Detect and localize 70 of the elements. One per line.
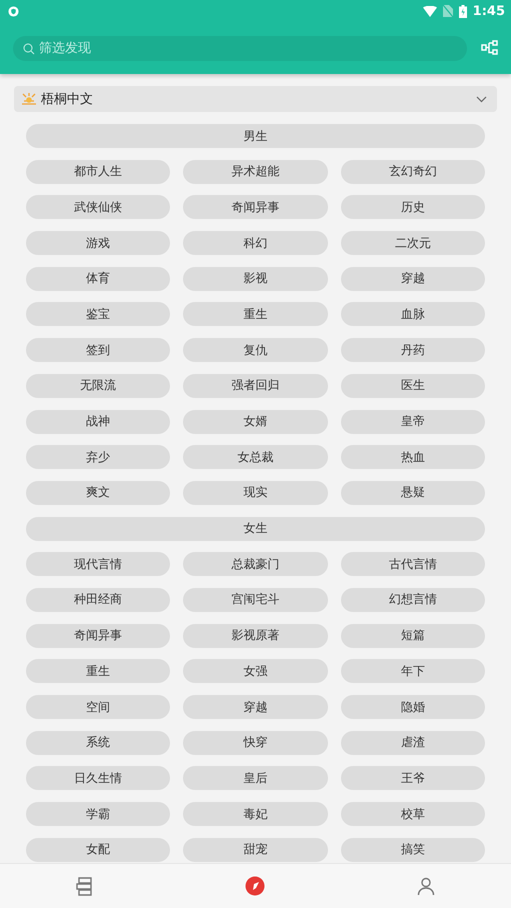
category-tag[interactable]: 复仇 xyxy=(183,338,328,362)
category-tag[interactable]: 现实 xyxy=(183,480,328,505)
category-tag[interactable]: 异术超能 xyxy=(183,160,328,184)
category-tag[interactable]: 奇闻异事 xyxy=(26,624,170,648)
category-tag[interactable]: 女强 xyxy=(183,659,328,684)
category-tag[interactable]: 历史 xyxy=(340,195,485,220)
category-tag[interactable]: 幻想言情 xyxy=(340,588,485,612)
category-tag[interactable]: 鉴宝 xyxy=(26,302,170,326)
category-tag[interactable]: 爽文 xyxy=(26,480,170,505)
category-tag[interactable]: 医生 xyxy=(340,374,485,398)
category-tag[interactable]: 签到 xyxy=(26,338,170,362)
search-field[interactable]: 筛选发现 xyxy=(13,36,467,60)
category-tag[interactable]: 影视原著 xyxy=(183,624,328,648)
category-tag[interactable]: 毒妃 xyxy=(183,802,328,826)
section-heading[interactable]: 男生 xyxy=(26,124,485,148)
section-heading[interactable]: 女生 xyxy=(26,516,485,541)
category-tag[interactable]: 强者回归 xyxy=(183,374,328,398)
category-tag[interactable]: 无限流 xyxy=(26,374,170,398)
battery-icon xyxy=(458,4,467,18)
no-sim-icon xyxy=(442,5,453,17)
category-tag[interactable]: 女婿 xyxy=(183,410,328,434)
category-tag[interactable]: 游戏 xyxy=(26,231,170,256)
category-tag[interactable]: 重生 xyxy=(183,302,328,326)
category-tag[interactable]: 种田经商 xyxy=(26,588,170,612)
category-tag[interactable]: 隐婚 xyxy=(340,695,485,719)
category-tag[interactable]: 科幻 xyxy=(183,231,328,256)
category-tag[interactable]: 武侠仙侠 xyxy=(26,195,170,220)
source-name: 梧桐中文 xyxy=(41,91,94,108)
category-tag[interactable]: 现代言情 xyxy=(26,552,170,576)
category-tag[interactable]: 丹药 xyxy=(340,338,485,362)
wifi-icon xyxy=(422,6,437,16)
category-tag[interactable]: 校草 xyxy=(340,802,485,826)
category-tag[interactable]: 悬疑 xyxy=(340,480,485,505)
category-tag[interactable]: 女总裁 xyxy=(183,445,328,470)
category-tag[interactable]: 奇闻异事 xyxy=(183,195,328,220)
category-tag[interactable]: 战神 xyxy=(26,410,170,434)
category-tag[interactable]: 系统 xyxy=(26,730,170,755)
category-tag[interactable]: 皇帝 xyxy=(340,410,485,434)
category-tag[interactable]: 弃少 xyxy=(26,445,170,470)
category-tag[interactable]: 空间 xyxy=(26,695,170,719)
category-tag[interactable]: 宫闱宅斗 xyxy=(183,588,328,612)
category-tag[interactable]: 重生 xyxy=(26,659,170,684)
category-tag[interactable]: 快穿 xyxy=(183,730,328,755)
category-tag[interactable]: 穿越 xyxy=(340,266,485,291)
category-tag[interactable]: 玄幻奇幻 xyxy=(340,160,485,184)
category-tag[interactable]: 血脉 xyxy=(340,302,485,326)
shield-icon xyxy=(8,6,19,16)
category-tag[interactable]: 皇后 xyxy=(183,766,328,790)
category-tag[interactable]: 穿越 xyxy=(183,695,328,719)
chevron-down-icon xyxy=(476,96,487,102)
category-tag[interactable]: 短篇 xyxy=(340,624,485,648)
category-tag[interactable]: 体育 xyxy=(26,266,170,291)
category-tag[interactable]: 都市人生 xyxy=(26,160,170,184)
category-tag[interactable]: 女配 xyxy=(26,838,170,862)
sun-icon xyxy=(22,93,36,105)
category-tag[interactable]: 热血 xyxy=(340,445,485,470)
category-tag[interactable]: 甜宠 xyxy=(183,838,328,862)
category-tag[interactable]: 搞笑 xyxy=(340,838,485,862)
category-tag[interactable]: 王爷 xyxy=(340,766,485,790)
category-tag[interactable]: 二次元 xyxy=(340,231,485,256)
category-tag[interactable]: 学霸 xyxy=(26,802,170,826)
category-tag[interactable]: 影视 xyxy=(183,266,328,291)
status-time: 1:45 xyxy=(472,4,505,18)
category-tag[interactable]: 年下 xyxy=(340,659,485,684)
source-dropdown[interactable]: 梧桐中文 xyxy=(14,86,497,112)
category-tag[interactable]: 虐渣 xyxy=(340,730,485,755)
nodes-icon[interactable] xyxy=(481,40,499,56)
category-tag[interactable]: 总裁豪门 xyxy=(183,552,328,576)
category-tag[interactable]: 日久生情 xyxy=(26,766,170,790)
category-tag[interactable]: 古代言情 xyxy=(340,552,485,576)
